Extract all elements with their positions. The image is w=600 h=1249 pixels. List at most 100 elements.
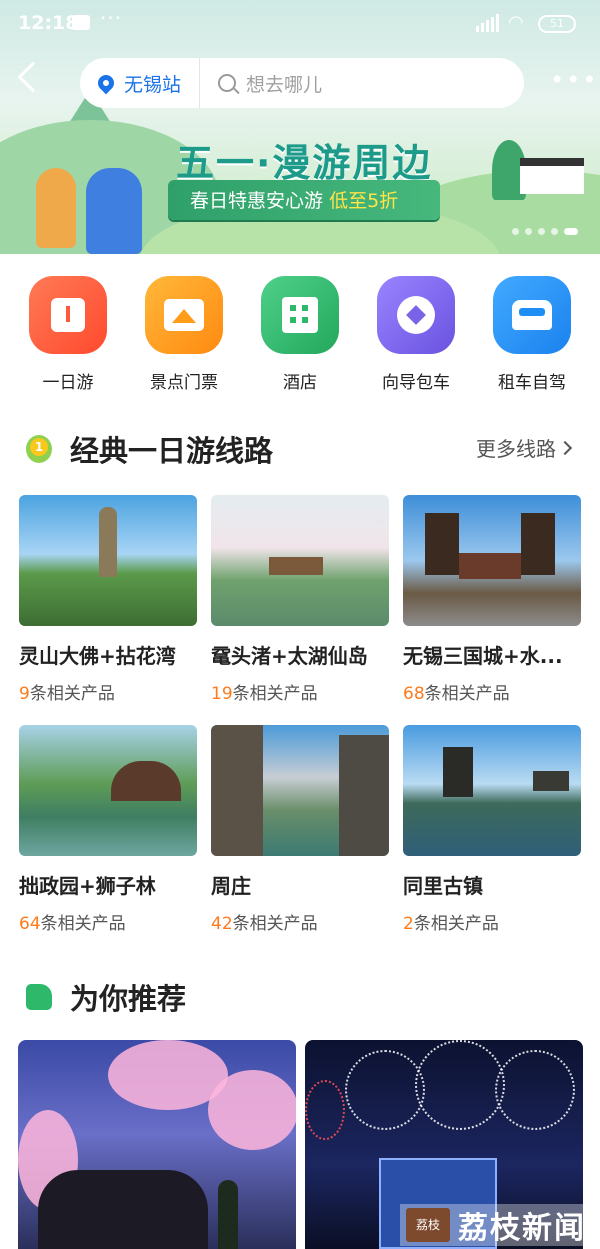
category-day-trip[interactable]: 一日游	[18, 276, 118, 396]
search-bar[interactable]: 无锡站 想去哪儿	[80, 58, 524, 108]
category-tickets[interactable]: 景点门票	[134, 276, 234, 396]
route-count-suffix: 条相关产品	[232, 914, 318, 934]
signal-icon	[476, 14, 499, 32]
firework	[415, 1040, 505, 1130]
route-count: 64条相关产品	[19, 909, 197, 934]
route-image	[19, 725, 197, 856]
route-count-suffix: 条相关产品	[40, 914, 126, 934]
category-label: 向导包车	[382, 373, 450, 393]
more-menu-icon[interactable]: •••	[550, 66, 598, 94]
car-icon-box	[493, 276, 571, 354]
routes-section-header: 1 经典一日游线路	[26, 428, 273, 470]
pagination-dot	[512, 228, 519, 235]
category-car-rental[interactable]: 租车自驾	[482, 276, 582, 396]
banner-headline: 五一·漫游周边	[176, 141, 433, 185]
pine-tree	[218, 1180, 238, 1249]
gate-building	[459, 553, 521, 579]
pagination-dot-active	[564, 228, 578, 235]
buddha-statue	[99, 507, 117, 577]
pagination-dot	[551, 228, 558, 235]
location-pin-icon	[94, 71, 118, 95]
category-hotel[interactable]: 酒店	[250, 276, 350, 396]
route-count: 68条相关产品	[403, 679, 581, 704]
section-title: 为你推荐	[70, 982, 187, 1016]
category-bar: 一日游 景点门票 酒店 向导包车 租车自驾	[0, 276, 600, 396]
guide-icon	[397, 296, 435, 334]
calendar-icon	[51, 298, 85, 332]
status-bar: 12:18 ··· ◠ 51	[0, 0, 600, 50]
route-count-suffix: 条相关产品	[413, 914, 499, 934]
route-title: 周庄	[211, 874, 251, 898]
pagination-dot	[538, 228, 545, 235]
recommend-card[interactable]	[18, 1040, 296, 1249]
route-card[interactable]: 同里古镇 2条相关产品	[403, 725, 581, 934]
watermark-text: 荔枝新闻	[458, 1211, 586, 1246]
firework	[305, 1080, 345, 1140]
waterside-house	[533, 771, 569, 791]
banner-guitar-player	[86, 168, 142, 254]
hotel-icon	[282, 297, 318, 333]
banner-person	[36, 168, 76, 248]
route-card[interactable]: 周庄 42条相关产品	[211, 725, 389, 934]
route-title: 无锡三国城+水...	[403, 644, 563, 668]
route-count-number: 68	[403, 684, 425, 704]
route-image	[211, 725, 389, 856]
route-count: 19条相关产品	[211, 679, 389, 704]
search-icon	[218, 74, 237, 92]
more-routes-link[interactable]: 更多线路	[476, 433, 573, 462]
wifi-icon: ◠	[508, 12, 524, 33]
route-card[interactable]: 灵山大佛+拈花湾 9条相关产品	[19, 495, 197, 704]
route-image	[211, 495, 389, 626]
route-count: 42条相关产品	[211, 909, 389, 934]
thumbs-up-icon	[26, 984, 52, 1010]
route-image	[403, 495, 581, 626]
tower-left	[425, 513, 459, 575]
news-watermark: 荔枝 荔枝新闻	[400, 1204, 592, 1246]
status-time: 12:18	[18, 12, 79, 34]
firework	[345, 1050, 425, 1130]
route-title: 同里古镇	[403, 874, 483, 898]
route-title: 拙政园+狮子林	[19, 874, 156, 898]
route-card[interactable]: 无锡三国城+水... 68条相关产品	[403, 495, 581, 704]
section-title: 经典一日游线路	[70, 434, 274, 468]
search-divider	[199, 58, 201, 108]
recommend-section-header: 为你推荐	[26, 976, 186, 1018]
route-title: 鼋头渚+太湖仙岛	[211, 644, 368, 668]
chevron-right-icon	[557, 440, 573, 455]
route-count-suffix: 条相关产品	[232, 684, 318, 704]
car-icon	[512, 300, 552, 330]
category-label: 景点门票	[150, 373, 218, 393]
ticket-icon-box	[145, 276, 223, 354]
category-guide-car[interactable]: 向导包车	[366, 276, 466, 396]
route-title: 灵山大佛+拈花湾	[19, 644, 176, 668]
calendar-icon-box	[29, 276, 107, 354]
ticket-icon	[164, 299, 204, 331]
route-count-number: 19	[211, 684, 233, 704]
route-count-number: 2	[403, 914, 414, 934]
category-label: 租车自驾	[498, 373, 566, 393]
category-label: 一日游	[42, 373, 94, 393]
route-count-suffix: 条相关产品	[29, 684, 115, 704]
pagoda	[443, 747, 473, 797]
canal-house-right	[339, 735, 389, 856]
more-routes-label: 更多线路	[476, 437, 556, 461]
cherry-blossom	[208, 1070, 296, 1150]
route-count-number: 64	[19, 914, 41, 934]
city-selector[interactable]: 无锡站	[124, 70, 181, 97]
battery-indicator: 51	[538, 15, 576, 33]
banner-house	[520, 158, 584, 194]
rank-badge: 1	[30, 438, 48, 456]
banner-ribbon-text: 春日特惠安心游 低至5折	[190, 186, 398, 213]
pagination-dot	[525, 228, 532, 235]
route-image	[19, 495, 197, 626]
route-count: 2条相关产品	[403, 909, 581, 934]
garden-pavilion	[111, 761, 181, 801]
more-notifications-icon: ···	[100, 6, 123, 30]
pavilion	[269, 557, 323, 575]
map-pin-icon: 1	[26, 435, 52, 463]
search-input[interactable]: 想去哪儿	[246, 70, 322, 97]
route-count: 9条相关产品	[19, 679, 197, 704]
route-card[interactable]: 鼋头渚+太湖仙岛 19条相关产品	[211, 495, 389, 704]
route-count-number: 9	[19, 684, 30, 704]
route-card[interactable]: 拙政园+狮子林 64条相关产品	[19, 725, 197, 934]
